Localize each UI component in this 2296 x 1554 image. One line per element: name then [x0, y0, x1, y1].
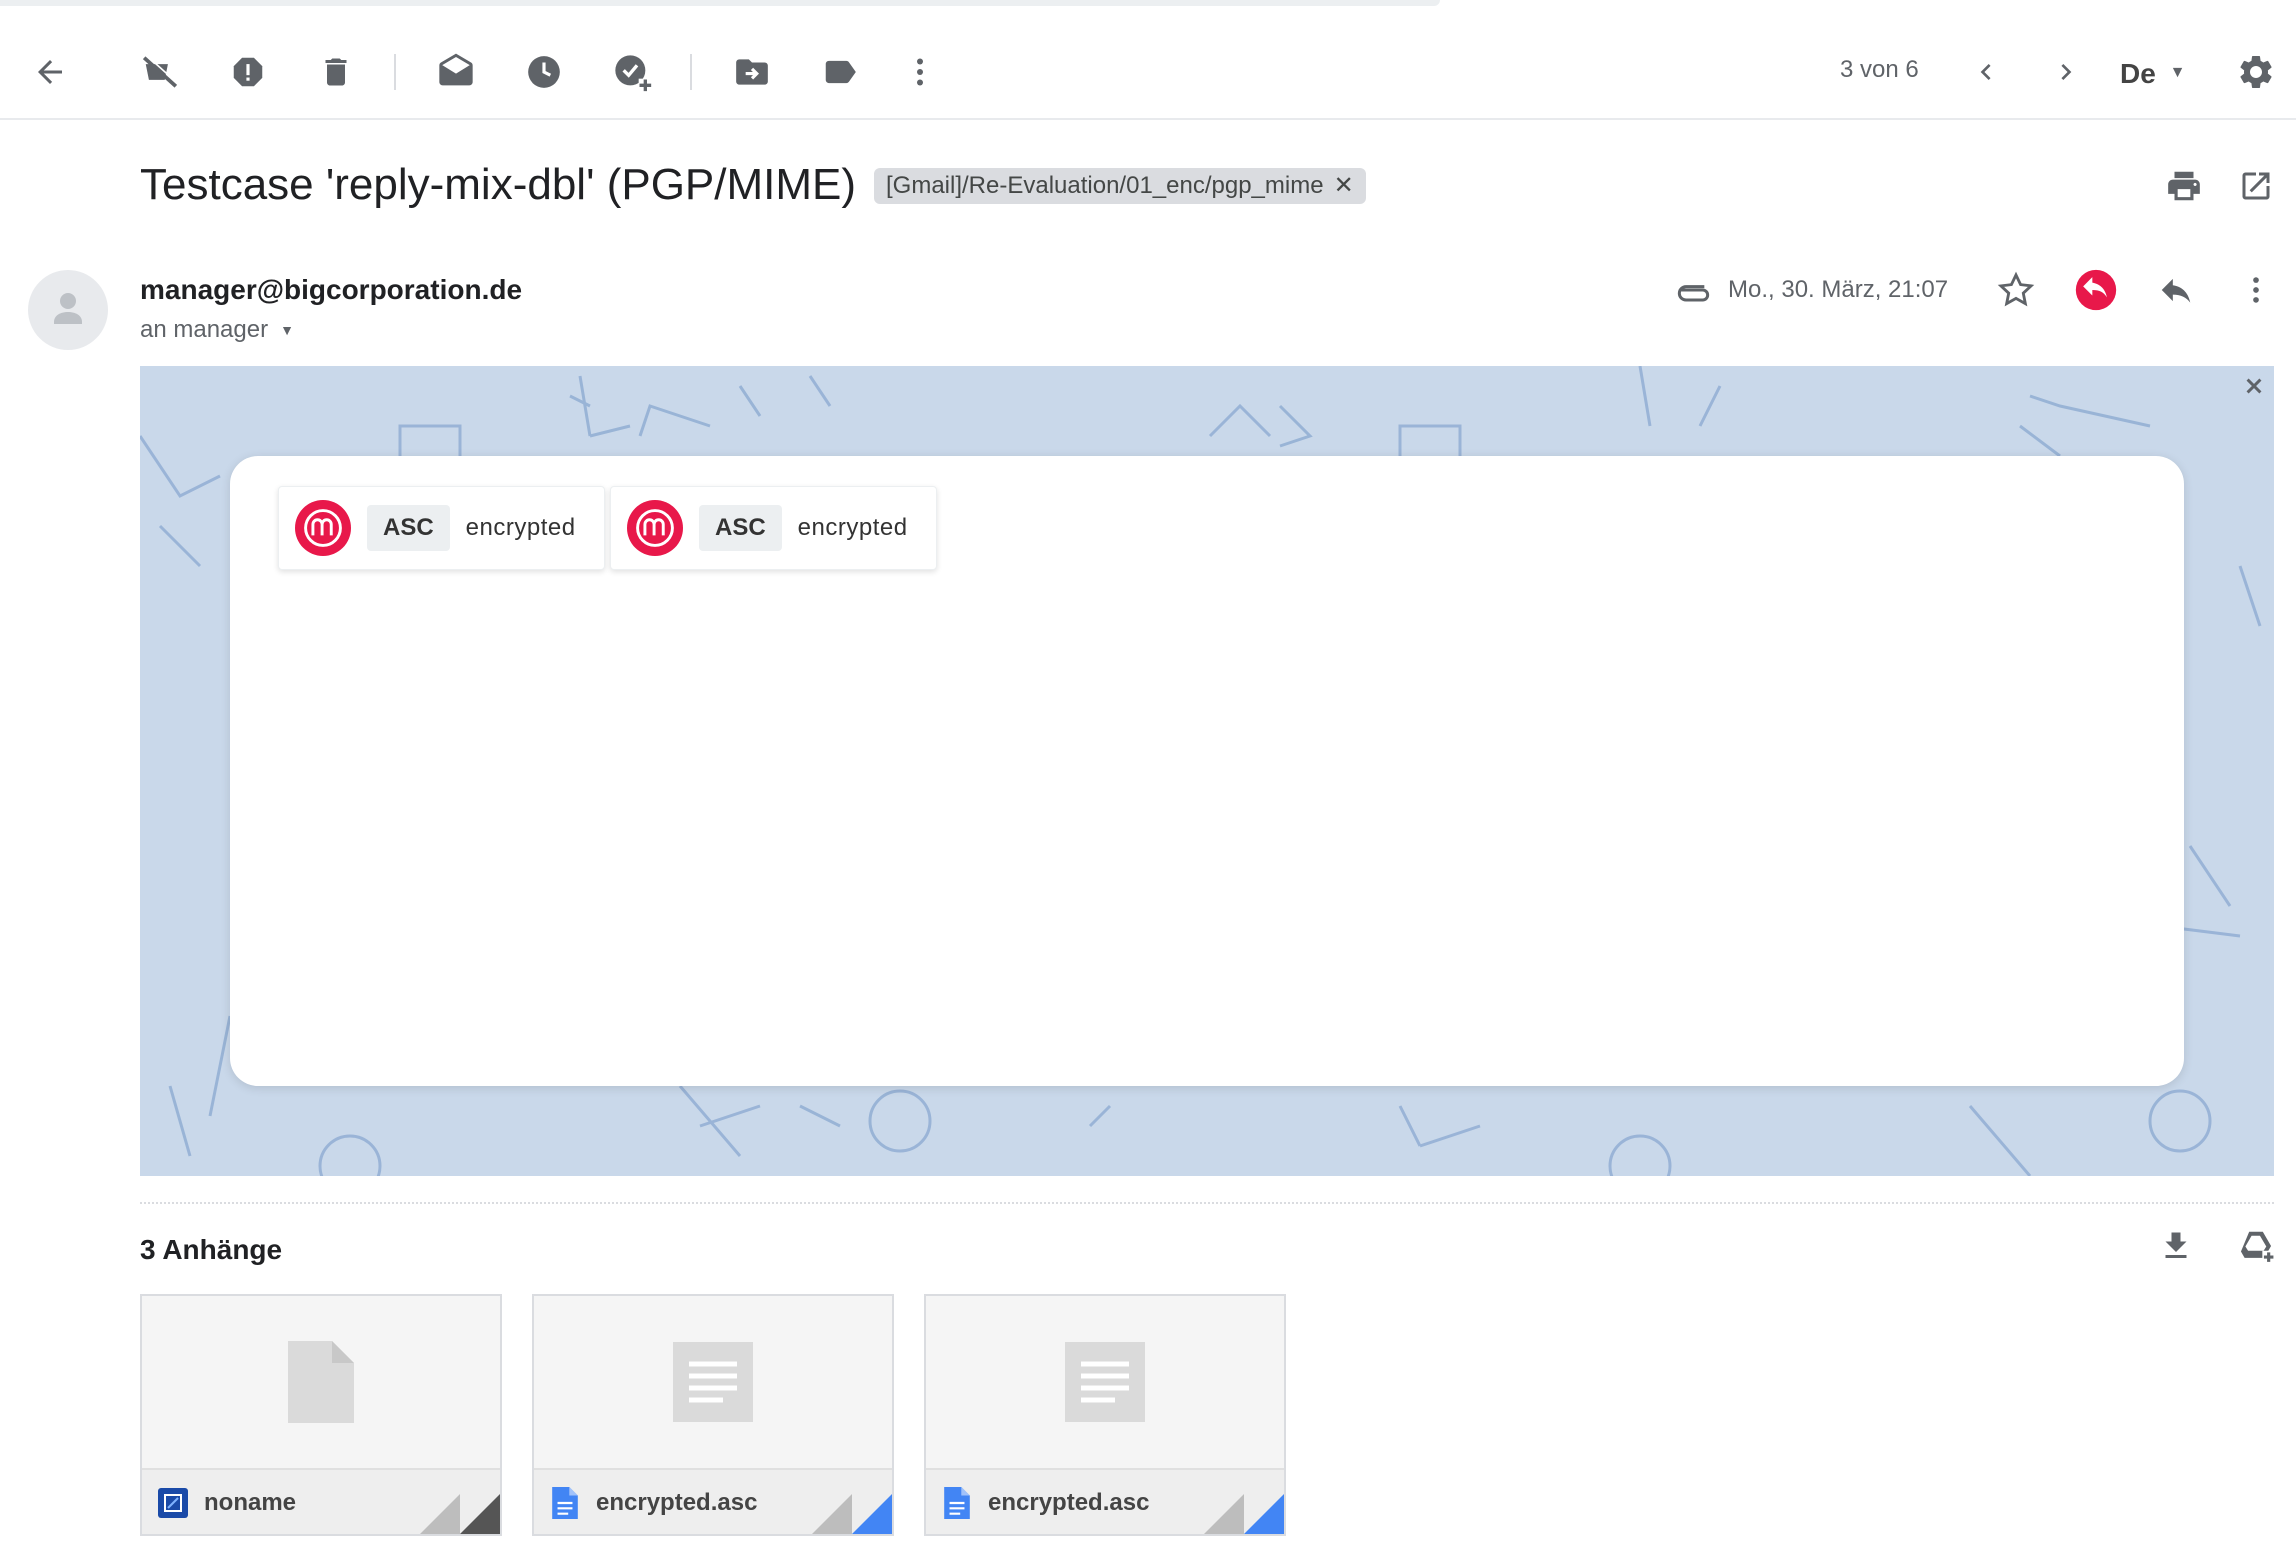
reply-icon[interactable]	[2154, 268, 2198, 312]
sender-address[interactable]: manager@bigcorporation.de	[140, 274, 522, 306]
label-chip[interactable]: [Gmail]/Re-Evaluation/01_enc/pgp_mime ✕	[874, 168, 1366, 204]
file-type-badge: ASC	[699, 505, 782, 551]
delete-icon[interactable]	[314, 50, 358, 94]
mailvelope-reply-icon[interactable]	[2074, 268, 2118, 312]
input-language-selector[interactable]: De ▼	[2120, 58, 2185, 90]
more-vertical-icon[interactable]	[2234, 268, 2278, 312]
more-vertical-icon[interactable]	[898, 50, 942, 94]
encrypted-attachment-chip[interactable]: ASC encrypted	[278, 486, 605, 570]
mailvelope-logo-icon	[627, 500, 683, 556]
snooze-clock-icon[interactable]	[522, 50, 566, 94]
attachment-card[interactable]: encrypted.asc	[924, 1294, 1286, 1536]
chevron-down-icon[interactable]: ▼	[280, 322, 294, 338]
avatar	[28, 270, 108, 350]
message-toolbar: 3 von 6 De ▼	[0, 20, 2296, 120]
mark-as-unread-icon[interactable]	[434, 50, 478, 94]
generic-file-icon	[288, 1341, 354, 1423]
file-corner-fold-icon	[1204, 1494, 1284, 1534]
file-corner-fold-icon	[812, 1494, 892, 1534]
star-icon[interactable]	[1994, 268, 2038, 312]
chevron-down-icon: ▼	[2169, 64, 2186, 81]
message-subject: Testcase 'reply-mix-dbl' (PGP/MIME)	[140, 160, 857, 209]
back-arrow-icon[interactable]	[28, 50, 72, 94]
language-label: De	[2120, 58, 2156, 89]
doc-icon	[550, 1487, 580, 1519]
attachment-name: encrypted.asc	[596, 1489, 758, 1516]
file-type-badge: ASC	[367, 505, 450, 551]
attachment-name: encrypted.asc	[988, 1489, 1150, 1516]
older-chevron-right-icon[interactable]	[2044, 50, 2088, 94]
attachment-paperclip-icon	[1674, 268, 1718, 312]
mailvelope-logo-icon	[295, 500, 351, 556]
attachment-card[interactable]: encrypted.asc	[532, 1294, 894, 1536]
settings-gear-icon[interactable]	[2234, 50, 2278, 94]
remove-label-icon[interactable]: ✕	[1334, 168, 1354, 204]
download-all-icon[interactable]	[2154, 1224, 2198, 1268]
encrypted-attachment-chip[interactable]: ASC encrypted	[610, 486, 937, 570]
document-lines-icon	[673, 1342, 753, 1422]
archive-icon[interactable]	[138, 50, 182, 94]
print-icon[interactable]	[2162, 164, 2206, 208]
decrypted-content-card: ASC encrypted ASC encrypted	[230, 456, 2184, 1086]
move-to-icon[interactable]	[730, 50, 774, 94]
add-to-tasks-icon[interactable]	[610, 50, 654, 94]
file-type-icon	[158, 1488, 188, 1518]
save-to-drive-icon[interactable]	[2234, 1224, 2278, 1268]
document-lines-icon	[1065, 1342, 1145, 1422]
open-in-new-window-icon[interactable]	[2234, 164, 2278, 208]
file-corner-fold-icon	[420, 1494, 500, 1534]
doc-icon	[942, 1487, 972, 1519]
toolbar-separator	[394, 54, 396, 90]
message-date: Mo., 30. März, 21:07	[1728, 276, 1949, 303]
encryption-status: encrypted	[465, 514, 576, 541]
recipient-label: an manager	[140, 316, 269, 343]
label-tag-icon[interactable]	[818, 50, 862, 94]
attachment-preview	[142, 1296, 500, 1468]
toolbar-separator	[690, 54, 692, 90]
report-spam-icon[interactable]	[226, 50, 270, 94]
label-chip-text: [Gmail]/Re-Evaluation/01_enc/pgp_mime	[886, 172, 1324, 199]
attachment-preview	[926, 1296, 1284, 1468]
recipient-details[interactable]: an manager ▼	[140, 316, 294, 344]
attachment-name: noname	[204, 1489, 297, 1516]
search-bar-edge	[0, 0, 1440, 6]
pager-count: 3 von 6	[1840, 56, 1919, 83]
attachment-preview	[534, 1296, 892, 1468]
attachments-count: 3 Anhänge	[140, 1234, 283, 1265]
encryption-status: encrypted	[797, 514, 908, 541]
attachment-card[interactable]: noname	[140, 1294, 502, 1536]
newer-chevron-left-icon[interactable]	[1964, 50, 2008, 94]
close-icon[interactable]	[2240, 372, 2268, 400]
attachments-divider	[140, 1202, 2274, 1204]
